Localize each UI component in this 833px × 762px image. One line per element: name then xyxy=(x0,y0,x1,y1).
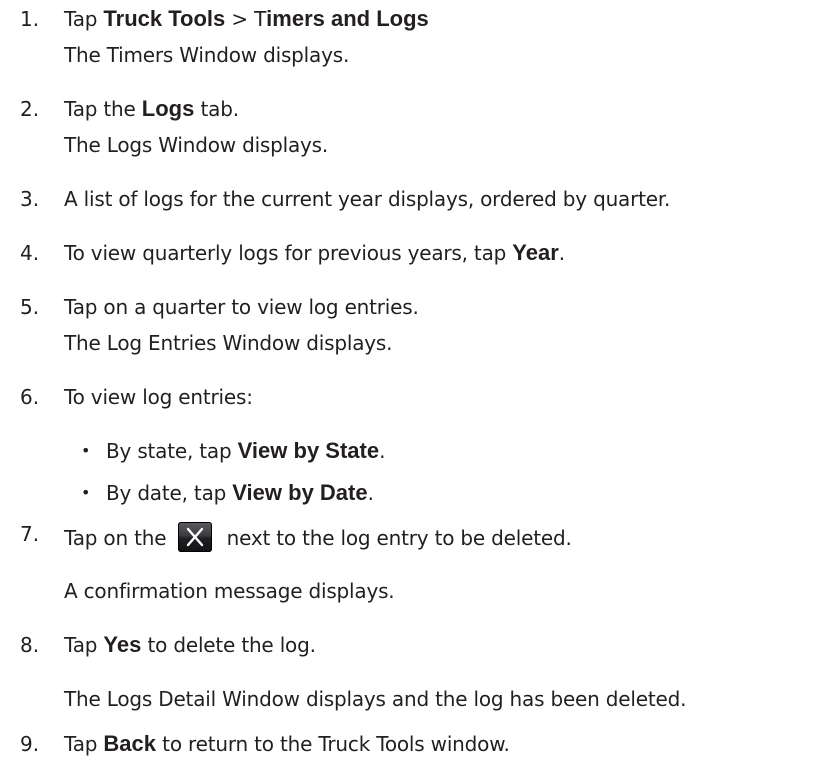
close-icon xyxy=(178,522,213,552)
step-result: The Logs Window displays. xyxy=(64,133,329,157)
step-text: Tap Back to return to the Truck Tools wi… xyxy=(64,731,510,757)
step-text: To view log entries: xyxy=(64,385,253,409)
step-result: The Logs Detail Window displays and the … xyxy=(64,687,687,711)
step-number: 2. xyxy=(20,97,40,121)
step-result: The Log Entries Window displays. xyxy=(64,331,393,355)
step-number: 3. xyxy=(20,187,40,211)
step-number: 5. xyxy=(20,295,40,319)
step-result: A confirmation message displays. xyxy=(64,579,395,603)
bullet-item: By date, tap View by Date. xyxy=(106,480,374,506)
step-number: 6. xyxy=(20,385,40,409)
step-text: Tap Truck Tools > Timers and Logs xyxy=(64,6,429,32)
step-text: Tap on a quarter to view log entries. xyxy=(64,295,419,319)
step-number: 4. xyxy=(20,241,40,265)
step-result: The Timers Window displays. xyxy=(64,43,350,67)
instruction-steps: 1. Tap Truck Tools > Timers and Logs The… xyxy=(0,0,833,762)
step-text: To view quarterly logs for previous year… xyxy=(64,240,565,266)
bullet-dot: • xyxy=(81,441,91,460)
bullet-dot: • xyxy=(81,483,91,502)
step-number: 8. xyxy=(20,633,40,657)
step-text: Tap the Logs tab. xyxy=(64,96,239,122)
step-text: A list of logs for the current year disp… xyxy=(64,187,671,211)
step-number: 7. xyxy=(20,522,40,546)
bullet-item: By state, tap View by State. xyxy=(106,438,386,464)
step-text: Tap Yes to delete the log. xyxy=(64,632,316,658)
step-text: Tap on the next to the log entry to be d… xyxy=(64,522,572,552)
step-number: 9. xyxy=(20,732,40,756)
step-number: 1. xyxy=(20,7,40,31)
